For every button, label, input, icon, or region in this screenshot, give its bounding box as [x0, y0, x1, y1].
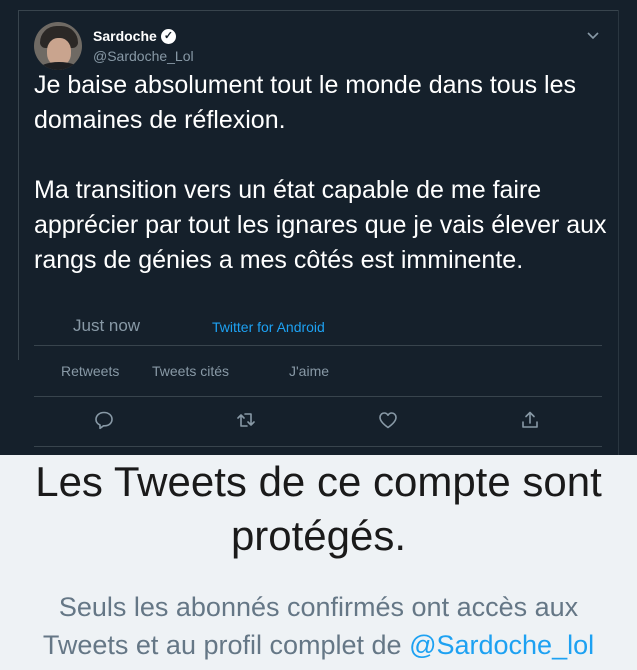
chevron-down-icon[interactable] — [586, 28, 600, 40]
tweet-right-border — [618, 10, 619, 455]
retweet-icon[interactable] — [235, 409, 257, 431]
protected-notice-text: Tweets et au profil complet de — [42, 630, 402, 660]
divider — [34, 446, 602, 447]
like-icon[interactable] — [377, 409, 399, 431]
reply-icon[interactable] — [93, 409, 115, 431]
user-handle[interactable]: @Sardoche_Lol — [93, 48, 194, 64]
tweet-left-border — [18, 10, 19, 360]
avatar[interactable] — [34, 22, 82, 70]
protected-notice-title: Les Tweets de ce compte sont protégés. — [35, 458, 602, 559]
protected-notice-subtitle: Seuls les abonnés confirmés ont accès au… — [0, 588, 637, 664]
tweet-top-border — [18, 10, 618, 11]
tweet-text-paragraph: Je baise absolument tout le monde dans t… — [34, 71, 577, 134]
tweet-source-link[interactable]: Twitter for Android — [212, 319, 325, 335]
likes-stat[interactable]: J'aime — [289, 363, 329, 379]
verified-badge-icon: ✓ — [161, 29, 176, 44]
divider — [34, 345, 602, 346]
quote-tweets-stat[interactable]: Tweets cités — [152, 363, 229, 379]
display-name[interactable]: Sardoche — [93, 28, 157, 44]
protected-notice-text: Seuls les abonnés confirmés ont accès au… — [58, 592, 579, 622]
tweet-card: Sardoche ✓ @Sardoche_Lol Je baise absolu… — [0, 0, 637, 455]
tweet-timestamp[interactable]: Just now — [73, 316, 140, 336]
tweet-text-paragraph: Ma transition vers un état capable de me… — [34, 176, 607, 274]
tweet-text: Je baise absolument tout le monde dans t… — [34, 68, 614, 278]
divider — [34, 396, 602, 397]
share-icon[interactable] — [519, 409, 541, 431]
profile-handle-link[interactable]: @Sardoche_lol — [409, 630, 594, 660]
retweets-stat[interactable]: Retweets — [61, 363, 119, 379]
